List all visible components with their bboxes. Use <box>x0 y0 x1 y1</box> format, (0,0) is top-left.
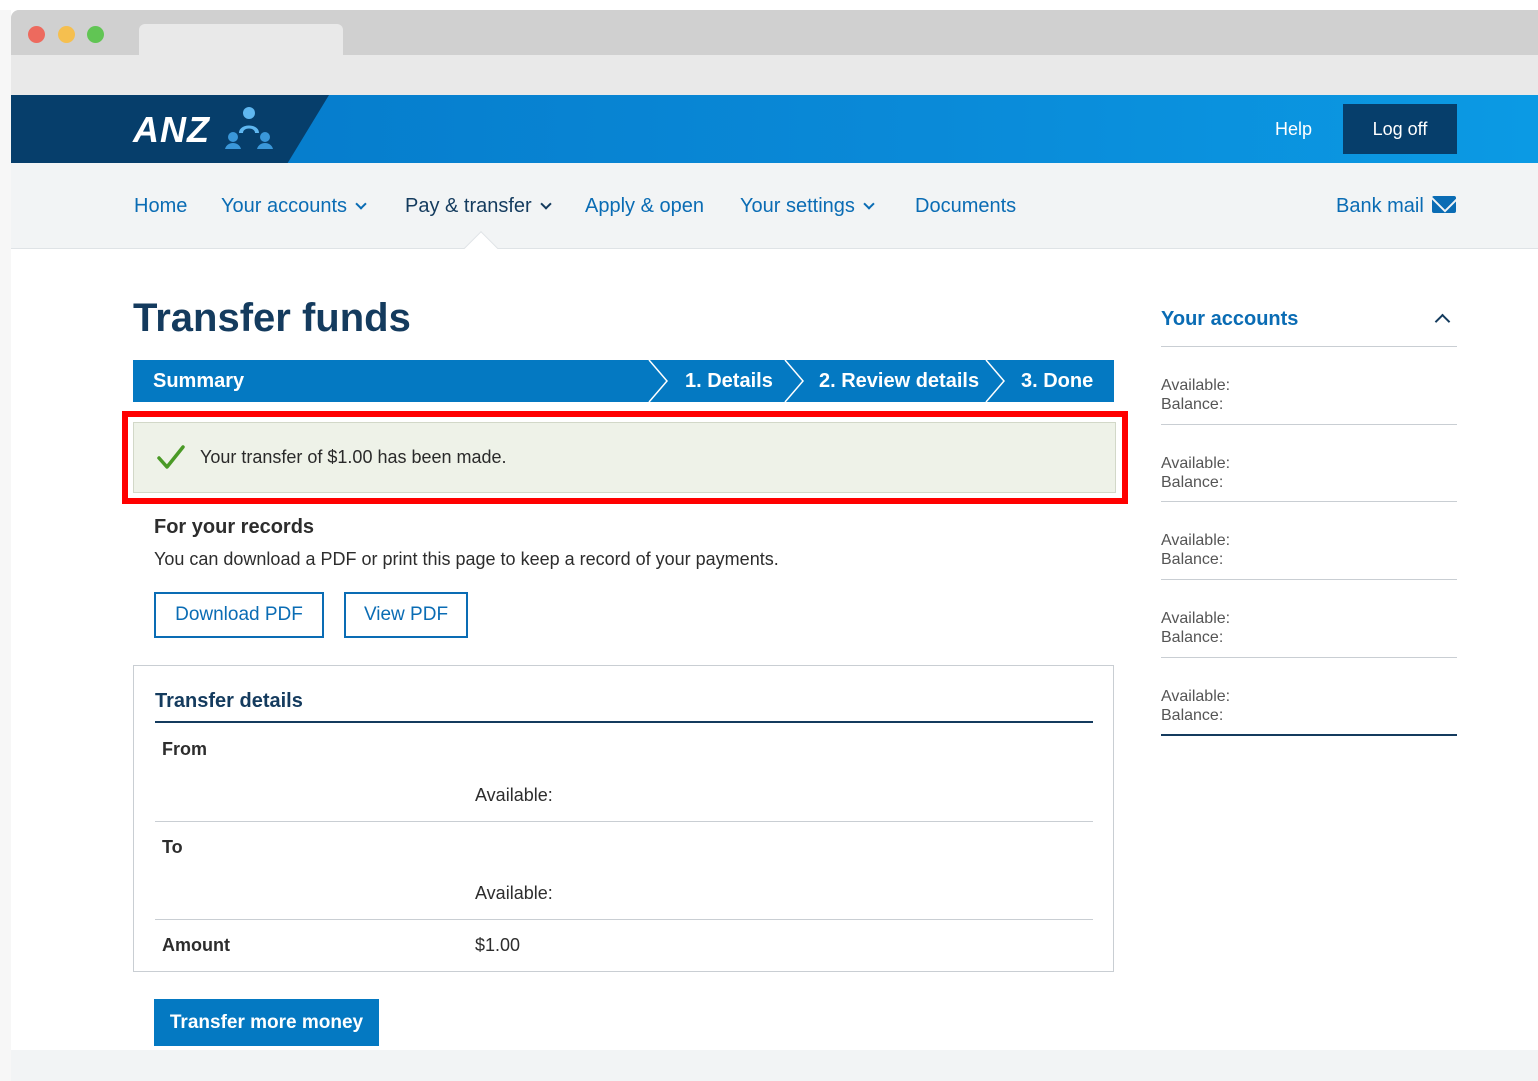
divider <box>155 821 1093 822</box>
nav-item-documents[interactable]: Documents <box>915 195 1016 218</box>
anz-logo[interactable]: ANZ <box>133 109 210 151</box>
account-available-label: Available: <box>1161 377 1231 394</box>
help-link[interactable]: Help <box>1275 119 1312 140</box>
nav-label: Documents <box>915 195 1017 217</box>
envelope-icon[interactable] <box>1432 196 1456 213</box>
download-pdf-button[interactable]: Download PDF <box>154 592 324 638</box>
site-header: ANZ Help Log off <box>11 95 1538 163</box>
progress-separator-icon <box>647 360 669 402</box>
transfer-more-money-button[interactable]: Transfer more money <box>154 999 379 1046</box>
nav-item-pay-transfer[interactable]: Pay & transfer <box>405 195 552 218</box>
page-title: Transfer funds <box>133 296 411 340</box>
anz-people-logo-icon <box>225 107 273 149</box>
chevron-down-icon <box>540 198 552 210</box>
divider <box>1161 657 1457 658</box>
main-nav: Home Your accounts Pay & transfer Apply … <box>11 163 1538 265</box>
account-available-label: Available: <box>1161 610 1231 627</box>
progress-step-done: 3. Done <box>1021 370 1094 392</box>
account-balance-label: Balance: <box>1161 396 1224 413</box>
progress-summary-label: Summary <box>153 370 245 392</box>
divider <box>1161 579 1457 580</box>
divider <box>1161 424 1457 425</box>
to-available-label: Available: <box>475 883 553 903</box>
progress-separator-icon <box>984 360 1006 402</box>
account-balance-label: Balance: <box>1161 551 1224 568</box>
browser-tab-strip <box>11 10 1538 55</box>
view-pdf-button[interactable]: View PDF <box>344 592 468 638</box>
close-window-button[interactable] <box>28 26 45 43</box>
browser-chrome <box>11 10 1538 95</box>
log-off-button[interactable]: Log off <box>1343 104 1457 154</box>
nav-label: Bank mail <box>1336 195 1424 217</box>
divider <box>1161 734 1457 736</box>
chevron-down-icon <box>355 198 367 210</box>
divider <box>155 721 1093 723</box>
nav-label: Home <box>134 195 188 217</box>
progress-step-details: 1. Details <box>685 370 773 392</box>
to-label: To <box>162 837 183 857</box>
divider <box>1161 501 1457 502</box>
progress-step-review: 2. Review details <box>819 370 980 392</box>
nav-label: Apply & open <box>585 195 704 217</box>
nav-item-home[interactable]: Home <box>134 195 187 218</box>
account-balance-label: Balance: <box>1161 629 1224 646</box>
account-available-label: Available: <box>1161 532 1231 549</box>
amount-value: $1.00 <box>475 935 521 955</box>
highlight-annotation <box>122 411 1128 504</box>
transfer-details-panel: Transfer details From Available: To Avai… <box>133 665 1114 972</box>
chevron-down-icon <box>863 198 875 210</box>
nav-item-apply-open[interactable]: Apply & open <box>585 195 704 218</box>
nav-label: Your settings <box>740 195 855 217</box>
transfer-details-title: Transfer details <box>155 690 303 712</box>
divider <box>155 919 1093 920</box>
progress-separator-icon <box>783 360 805 402</box>
page-footer-strip <box>11 1050 1538 1081</box>
nav-item-your-settings[interactable]: Your settings <box>740 195 875 218</box>
divider <box>1161 346 1457 347</box>
amount-label: Amount <box>162 935 230 955</box>
account-balance-label: Balance: <box>1161 474 1224 491</box>
account-available-label: Available: <box>1161 688 1231 705</box>
nav-label: Pay & transfer <box>405 195 532 217</box>
records-description: You can download a PDF or print this pag… <box>154 549 779 569</box>
maximize-window-button[interactable] <box>87 26 104 43</box>
nav-item-bank-mail[interactable]: Bank mail <box>1336 195 1424 218</box>
nav-item-your-accounts[interactable]: Your accounts <box>221 195 367 218</box>
minimize-window-button[interactable] <box>58 26 75 43</box>
progress-tracker: Summary 1. Details 2. Review details 3. … <box>133 360 1114 402</box>
sidebar-title[interactable]: Your accounts <box>1161 308 1298 331</box>
account-balance-label: Balance: <box>1161 707 1224 724</box>
from-label: From <box>162 739 207 759</box>
account-available-label: Available: <box>1161 455 1231 472</box>
from-available-label: Available: <box>475 785 553 805</box>
records-title: For your records <box>154 516 315 538</box>
nav-label: Your accounts <box>221 195 348 217</box>
window-edge <box>0 10 11 1081</box>
browser-tab[interactable] <box>139 24 343 55</box>
